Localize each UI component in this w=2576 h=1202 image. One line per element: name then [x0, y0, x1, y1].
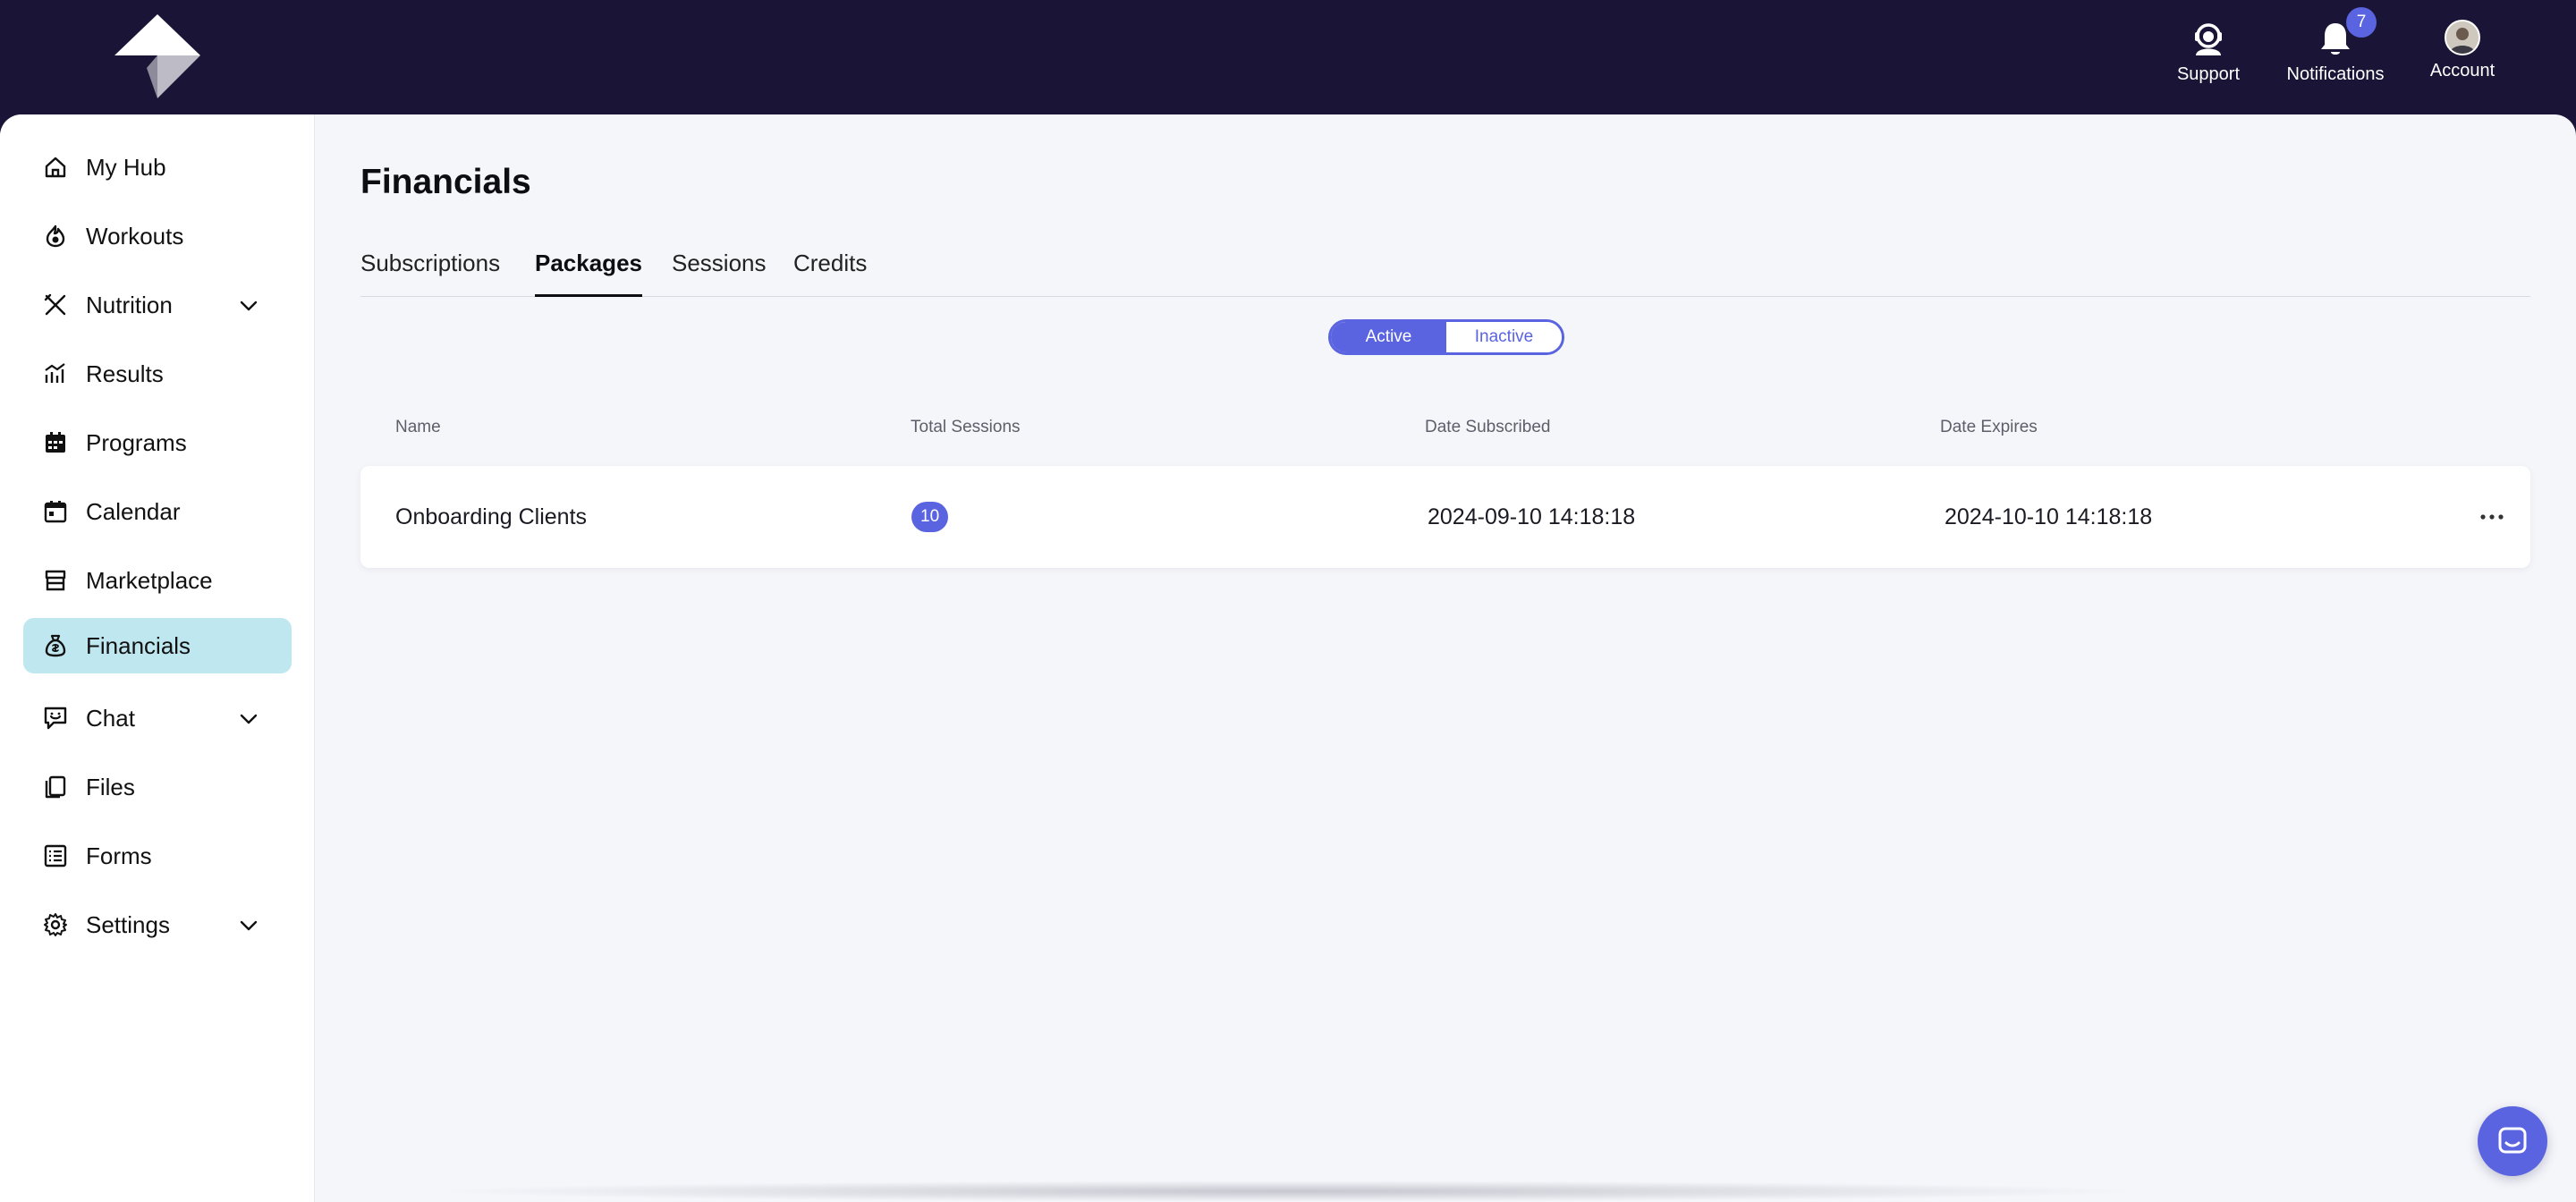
- avatar: [2445, 20, 2480, 55]
- gear-icon: [44, 913, 67, 936]
- column-header-name: Name: [395, 418, 441, 436]
- sidebar-item-financials[interactable]: Financials: [23, 618, 292, 673]
- account-label: Account: [2429, 61, 2496, 80]
- calendar-grid-icon: [46, 432, 65, 453]
- sidebar-item-label: Settings: [86, 911, 170, 938]
- chevron-down-icon[interactable]: [238, 915, 259, 936]
- tab-bar: Subscriptions Packages Sessions Credits: [360, 245, 2530, 297]
- chat-launcher-button[interactable]: [2478, 1106, 2547, 1176]
- total-sessions-badge: 10: [911, 502, 949, 532]
- column-header-total-sessions: Total Sessions: [911, 418, 1021, 436]
- sidebar-item-programs[interactable]: Programs: [23, 415, 292, 470]
- sidebar-item-label: Workouts: [86, 223, 184, 250]
- chart-icon: [45, 363, 65, 383]
- form-icon: [44, 844, 67, 868]
- toggle-active-button[interactable]: Active: [1331, 322, 1446, 352]
- tab-credits[interactable]: Credits: [793, 245, 867, 297]
- status-toggle: Active Inactive: [1328, 319, 1564, 355]
- message-icon: [2498, 1127, 2527, 1154]
- money-bag-icon: [45, 634, 66, 657]
- fork-knife-icon: [44, 293, 66, 316]
- headset-icon: [2195, 23, 2222, 55]
- page-title: Financials: [360, 163, 531, 201]
- date-subscribed: 2024-09-10 14:18:18: [1428, 504, 1636, 529]
- sidebar-item-label: Files: [86, 774, 135, 800]
- calendar-icon: [44, 501, 67, 523]
- chat-icon: [44, 707, 67, 730]
- support-action[interactable]: Support: [2137, 20, 2280, 85]
- notifications-badge: 7: [2346, 7, 2377, 38]
- support-label: Support: [2176, 64, 2241, 84]
- chevron-down-icon[interactable]: [238, 295, 259, 317]
- column-header-date-subscribed: Date Subscribed: [1425, 418, 1551, 436]
- tab-sessions[interactable]: Sessions: [672, 245, 767, 297]
- bottom-shadow: [429, 1181, 2147, 1202]
- main-content: Financials Subscriptions Packages Sessio…: [360, 114, 2530, 1202]
- tab-subscriptions[interactable]: Subscriptions: [360, 245, 500, 297]
- table-row[interactable]: Onboarding Clients 10 2024-09-10 14:18:1…: [360, 466, 2530, 568]
- column-header-date-expires: Date Expires: [1940, 418, 2038, 436]
- sidebar-item-workouts[interactable]: Workouts: [23, 208, 292, 264]
- storefront-icon: [45, 570, 66, 591]
- sidebar-item-label: My Hub: [86, 154, 166, 181]
- sidebar-item-label: Forms: [86, 842, 152, 869]
- sidebar-item-nutrition[interactable]: Nutrition: [23, 277, 292, 333]
- package-name: Onboarding Clients: [395, 504, 588, 529]
- sidebar-item-label: Marketplace: [86, 567, 213, 594]
- sidebar-item-label: Chat: [86, 705, 135, 732]
- sidebar-item-label: Calendar: [86, 498, 181, 525]
- top-bar: Support 7 Notifications Account: [0, 0, 2576, 116]
- sidebar-item-label: Financials: [86, 632, 191, 659]
- sidebar-item-results[interactable]: Results: [23, 346, 292, 402]
- sidebar-item-chat[interactable]: Chat: [23, 690, 292, 746]
- sidebar-item-settings[interactable]: Settings: [23, 897, 292, 952]
- flame-icon: [46, 224, 65, 248]
- sidebar: My Hub Workouts Nutrition Results Progra…: [0, 114, 315, 1202]
- sidebar-item-label: Results: [86, 360, 164, 387]
- brand-logo[interactable]: [113, 14, 202, 100]
- notifications-label: Notifications: [2286, 64, 2385, 84]
- tab-packages[interactable]: Packages: [535, 245, 642, 297]
- sidebar-item-label: Nutrition: [86, 292, 173, 318]
- more-options-icon[interactable]: [2477, 505, 2507, 529]
- sidebar-item-marketplace[interactable]: Marketplace: [23, 553, 292, 608]
- files-icon: [45, 775, 66, 799]
- sidebar-item-files[interactable]: Files: [23, 759, 292, 815]
- sidebar-item-my-hub[interactable]: My Hub: [23, 140, 292, 195]
- notifications-action[interactable]: 7 Notifications: [2264, 7, 2407, 85]
- home-icon: [45, 157, 66, 178]
- date-expires: 2024-10-10 14:18:18: [1945, 504, 2153, 529]
- sidebar-item-label: Programs: [86, 429, 187, 456]
- app-shell: My Hub Workouts Nutrition Results Progra…: [0, 114, 2576, 1202]
- chevron-down-icon[interactable]: [238, 708, 259, 730]
- toggle-inactive-button[interactable]: Inactive: [1446, 322, 1562, 352]
- sidebar-item-calendar[interactable]: Calendar: [23, 484, 292, 539]
- account-action[interactable]: Account: [2391, 20, 2534, 81]
- sidebar-item-forms[interactable]: Forms: [23, 828, 292, 884]
